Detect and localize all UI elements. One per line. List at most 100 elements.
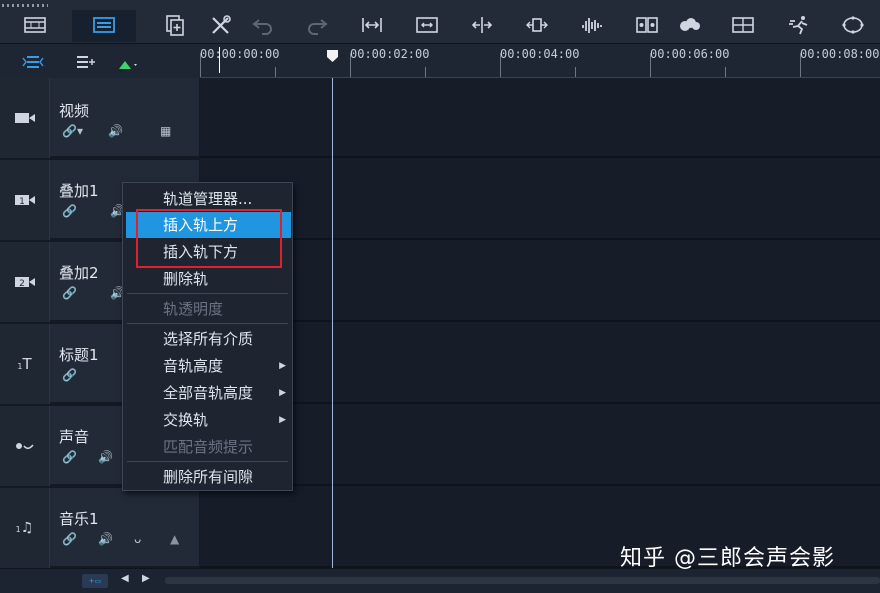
timeline-lane-video[interactable] — [200, 78, 880, 158]
toolbar-grip[interactable] — [2, 4, 48, 7]
overlay-1-icon: 1 — [0, 160, 50, 240]
svg-text:2: 2 — [19, 279, 25, 289]
ruler-tick — [200, 53, 201, 77]
timeline-lane-overlay-2[interactable] — [200, 242, 880, 322]
speed-icon[interactable] — [785, 11, 815, 39]
scroll-right-icon[interactable]: ▶ — [142, 573, 150, 584]
menu-item-track-height[interactable]: 音轨高度 ▶ — [123, 353, 292, 379]
tools-icon[interactable] — [206, 11, 236, 39]
timeline-view-icon[interactable] — [89, 11, 119, 39]
menu-item-label: 匹配音频提示 — [163, 438, 254, 456]
motion-tracking-icon[interactable] — [675, 11, 705, 39]
submenu-arrow-icon: ▶ — [279, 415, 286, 425]
link-icon[interactable]: 🔗 — [62, 450, 77, 464]
audio-ducking-icon[interactable]: ᴗ — [134, 532, 141, 546]
ruler-tick — [425, 67, 426, 77]
link-icon[interactable]: 🔗 — [62, 286, 77, 300]
split-screen-icon[interactable] — [728, 11, 758, 39]
voice-icon — [0, 406, 50, 486]
timeline-lane-title[interactable] — [200, 324, 880, 404]
svg-text:1: 1 — [19, 197, 25, 207]
menu-item-label: 删除所有间隙 — [163, 468, 254, 486]
menu-item-label: 删除轨 — [163, 270, 209, 288]
track-name: 声音 — [59, 428, 90, 446]
ruler-tick — [350, 53, 351, 77]
ruler-tick-label: 00:00:08:00 — [800, 47, 880, 61]
menu-item-label: 音轨高度 — [163, 357, 224, 375]
link-icon[interactable]: 🔗▾ — [62, 124, 83, 138]
main-toolbar — [0, 0, 880, 44]
music-icon: 1♫ — [0, 488, 50, 568]
zoom-frame-icon[interactable] — [412, 11, 442, 39]
ruler-tick — [575, 67, 576, 77]
track-name: 叠加1 — [59, 182, 99, 200]
track-header-music[interactable]: 1♫ 音乐1 🔗 🔊 ᴗ ▲ — [0, 488, 199, 568]
timeline-scrollbar[interactable] — [165, 577, 880, 584]
undo-icon[interactable] — [248, 11, 278, 39]
ruler-tick-label: 00:00:04:00 — [500, 47, 580, 61]
ruler-tick — [275, 67, 276, 77]
track-name: 音乐1 — [59, 510, 99, 528]
ruler-tick — [500, 53, 501, 77]
ripple-edit-icon[interactable] — [522, 11, 552, 39]
submenu-arrow-icon: ▶ — [279, 361, 286, 371]
speaker-icon[interactable]: 🔊 — [98, 450, 113, 464]
scroll-left-icon[interactable]: ◀ — [121, 573, 129, 584]
ruler-tick-label: 00:00:06:00 — [650, 47, 730, 61]
speaker-icon[interactable]: 🔊 — [98, 532, 113, 546]
menu-item-delete-all-gaps[interactable]: 删除所有间隙 — [123, 464, 292, 490]
triangle-up-icon[interactable]: ▲ — [170, 532, 179, 546]
title-icon: 1T — [0, 324, 50, 404]
zoom-to-fit-icon[interactable]: +▭ — [82, 574, 108, 588]
menu-item-label: 选择所有介质 — [163, 330, 254, 348]
track-name: 视频 — [59, 102, 90, 120]
link-icon[interactable]: 🔗 — [62, 204, 77, 218]
track-name: 标题1 — [59, 346, 99, 364]
show-all-tracks-icon[interactable] — [22, 54, 44, 73]
menu-separator — [127, 323, 288, 324]
menu-item-delete-track[interactable]: 删除轨 — [123, 266, 292, 292]
ruler-tick-label: 00:00:00:00 — [200, 47, 280, 61]
timeline-lane-voice[interactable] — [200, 406, 880, 486]
ruler-tick — [800, 53, 801, 77]
menu-item-all-track-height[interactable]: 全部音轨高度 ▶ — [123, 380, 292, 406]
mask-creator-icon[interactable] — [838, 11, 868, 39]
timeline-area[interactable] — [200, 78, 880, 568]
sound-mixer-icon[interactable] — [577, 11, 607, 39]
ruler-start-marker — [219, 47, 220, 73]
track-manager-icon[interactable] — [76, 54, 96, 73]
menu-item-select-all-media[interactable]: 选择所有介质 — [123, 326, 292, 352]
speaker-icon[interactable]: 🔊 — [108, 124, 123, 138]
menu-item-track-transparency: 轨透明度 — [123, 296, 292, 322]
playhead-handle-icon[interactable] — [326, 49, 339, 63]
timeline-lane-overlay-1[interactable] — [200, 160, 880, 240]
fit-project-icon[interactable] — [357, 11, 387, 39]
ruler-tick-label: 00:00:02:00 — [350, 47, 430, 61]
playhead-line[interactable] — [332, 78, 333, 568]
track-header-video[interactable]: 视频 🔗▾ 🔊 ▦ — [0, 78, 199, 158]
ruler-tick — [725, 67, 726, 77]
add-marker-icon[interactable] — [118, 56, 140, 75]
video-camera-icon — [0, 78, 50, 158]
menu-item-label: 全部音轨高度 — [163, 384, 254, 402]
redo-icon[interactable] — [302, 11, 332, 39]
menu-separator — [127, 293, 288, 294]
menu-separator — [127, 461, 288, 462]
storyboard-view-icon[interactable] — [20, 11, 50, 39]
timeline-ruler[interactable]: 00:00:00:00 00:00:02:00 00:00:04:00 00:0… — [200, 44, 880, 78]
split-arrows-icon[interactable] — [467, 11, 497, 39]
annotation-highlight-box — [136, 209, 282, 268]
multi-camera-icon[interactable] — [632, 11, 662, 39]
track-name: 叠加2 — [59, 264, 99, 282]
link-icon[interactable]: 🔗 — [62, 532, 77, 546]
track-header-toolbar — [0, 44, 200, 78]
ruler-tick — [650, 53, 651, 77]
menu-item-swap-track[interactable]: 交换轨 ▶ — [123, 407, 292, 433]
menu-item-label: 轨道管理器... — [163, 190, 253, 208]
checker-pattern-icon[interactable]: ▦ — [160, 124, 171, 138]
link-icon[interactable]: 🔗 — [62, 368, 77, 382]
watermark-text: 知乎 @三郎会声会影 — [620, 546, 835, 571]
insert-media-icon[interactable] — [160, 11, 190, 39]
menu-item-label: 轨透明度 — [163, 300, 224, 318]
overlay-2-icon: 2 — [0, 242, 50, 322]
